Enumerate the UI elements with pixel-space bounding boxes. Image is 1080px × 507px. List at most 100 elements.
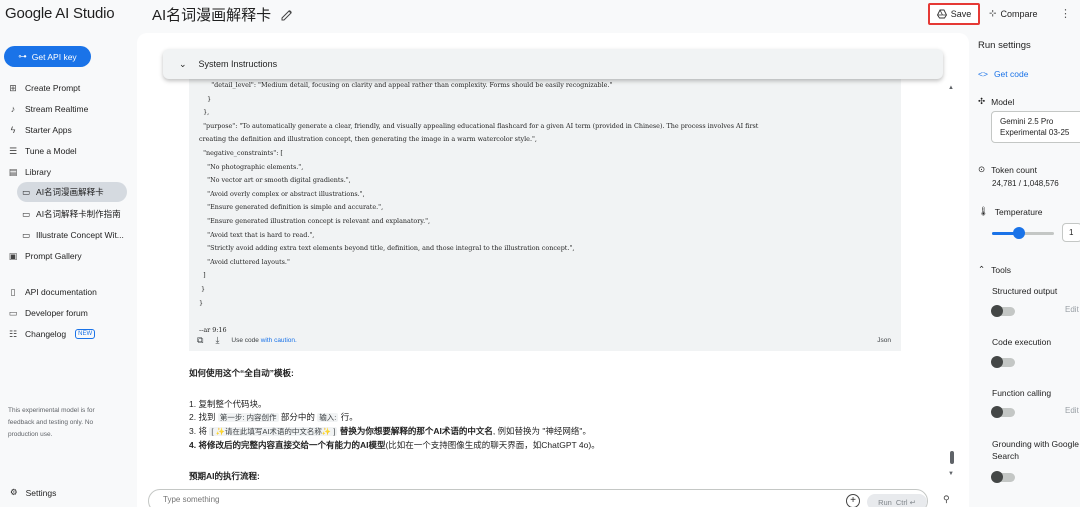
gear-icon: ⚙ [10,487,18,497]
add-icon[interactable]: + [846,494,860,507]
tools-heading[interactable]: ⌃ Tools [978,264,1011,275]
inline-code: [ ✨请在此填写AI术语的中文名称✨ ] [209,427,338,436]
code-line: } [199,94,212,103]
model-name-line2: Experimental 03-25 [1000,128,1070,137]
save-button[interactable]: Save [928,3,980,25]
token-count-heading: ⊙ Token count [978,164,1037,175]
function-calling-toggle[interactable] [991,406,1015,418]
download-icon[interactable]: ⤓ [215,335,219,346]
model-heading: ✣ Model [978,96,1014,107]
code-execution-toggle[interactable] [991,356,1015,368]
left-sidebar: ⊶ Get API key ⊞ Create Prompt ♪ Stream R… [0,30,137,507]
drive-icon [936,9,947,19]
sidebar-item-tune-model[interactable]: ☰ Tune a Model [8,143,77,159]
use-code-note: Use code with caution. [231,336,297,344]
bolt-icon: ϟ [10,125,16,135]
temperature-input[interactable]: 1 [1062,223,1080,242]
sidebar-link-label: Changelog [25,329,67,339]
run-button[interactable]: Run Ctrl ↵ [867,494,927,507]
library-item-active[interactable]: ▭ AI名词漫画解释卡 [17,182,127,202]
get-api-key-label: Get API key [31,51,77,62]
get-code-link[interactable]: <> Get code [978,69,1028,79]
inline-code: 输入: [317,413,339,422]
sidebar-item-create-prompt[interactable]: ⊞ Create Prompt [8,80,80,96]
library-item-label: Illustrate Concept Wit... [36,230,124,240]
model-icon: ✣ [978,96,986,106]
scroll-up-icon[interactable]: ▲ [948,85,954,91]
changelog-icon: ☷ [8,328,18,339]
structured-output-edit[interactable]: Edit [1065,305,1079,314]
code-line: "Avoid cluttered layouts." [199,257,290,266]
sidebar-item-label: Create Prompt [25,83,81,93]
library-item[interactable]: ▭ Illustrate Concept Wit... [17,225,135,245]
microphone-icon[interactable]: ⚲ [943,494,950,505]
library-item-label: AI名词漫画解释卡 [36,187,104,197]
new-badge: NEW [75,329,96,339]
sidebar-item-library[interactable]: ▤ Library [8,164,51,180]
sidebar-item-label: Starter Apps [25,125,72,135]
prompt-input[interactable] [163,495,763,504]
inline-code: 第一步: 内容创作 [217,413,279,422]
library-icon: ▤ [8,166,18,177]
model-select[interactable]: Gemini 2.5 Pro Experimental 03-25 [991,111,1080,143]
run-shortcut: Ctrl ↵ [895,497,916,507]
code-line: } [199,298,204,307]
compare-button[interactable]: ⊹ Compare [989,8,1038,19]
chevron-up-icon: ⌃ [978,264,986,274]
library-item-label: AI名词解释卡制作指南 [36,209,121,219]
sidebar-item-stream-realtime[interactable]: ♪ Stream Realtime [8,101,89,117]
app-logo[interactable]: Google AI Studio [5,5,115,22]
top-bar: Google AI Studio AI名词漫画解释卡 Save ⊹ Compar… [0,0,1080,30]
step-1: 1. 复制整个代码块。 [189,399,267,409]
caution-link[interactable]: with caution. [261,337,297,344]
code-line: "No vector art or smooth digital gradien… [199,176,351,185]
sidebar-link-api-docs[interactable]: ▯ API documentation [8,284,97,300]
step-2: 2. 找到 第一步: 内容创作 部分中的 输入: 行。 [189,412,358,422]
system-instructions-header[interactable]: ⌄ System Instructions [163,49,943,79]
step-3: 3. 将 [ ✨请在此填写AI术语的中文名称✨ ] 替换为你想要解释的那个AI术… [189,426,591,436]
code-line: }, [199,108,210,117]
sidebar-item-starter-apps[interactable]: ϟ Starter Apps [8,122,72,138]
temperature-slider-handle[interactable] [1012,227,1025,239]
document-icon: ▯ [10,286,16,297]
code-execution-label: Code execution [992,337,1052,347]
sidebar-item-prompt-gallery[interactable]: ▣ Prompt Gallery [8,248,82,264]
settings-button[interactable]: ⚙ Settings [10,487,56,498]
code-line: "Ensure generated illustration concept i… [199,216,431,225]
function-calling-edit[interactable]: Edit [1065,406,1079,415]
code-line: "Strictly avoid adding extra text elemen… [199,244,575,253]
code-content: "detail_level": "Medium detail, focusing… [199,79,758,337]
sidebar-link-changelog[interactable]: ☷ Changelog NEW [8,326,96,342]
flow-heading: 预期AI的执行流程: [189,471,260,481]
structured-output-label: Structured output [992,286,1058,296]
edit-title-icon[interactable] [281,9,293,21]
token-icon: ⊙ [978,164,986,174]
tune-icon: ☰ [8,145,18,156]
get-api-key-button[interactable]: ⊶ Get API key [4,46,91,67]
run-settings-panel: Run settings <> Get code ✣ Model Gemini … [969,30,1080,507]
thermometer-icon: 🌡︎ [978,206,989,216]
save-label: Save [950,9,972,19]
scroll-down-icon[interactable]: ▼ [948,471,954,477]
library-item[interactable]: ▭ AI名词解释卡制作指南 [17,204,132,224]
code-footer: ⧉ ⤓ Use code with caution. Json [189,330,901,350]
grounding-toggle[interactable] [991,471,1015,483]
copy-icon[interactable]: ⧉ [197,335,203,346]
run-label: Run [878,497,892,507]
chat-icon: ▭ [22,229,31,240]
more-options-icon[interactable]: ⋮ [1060,7,1071,20]
chevron-down-icon: ⌄ [179,58,187,69]
code-language: Json [877,336,891,344]
code-line: "No photographic elements.", [199,162,304,171]
token-label: Token count [991,164,1037,175]
temperature-heading: 🌡︎ Temperature [978,206,1043,217]
code-line: } [199,284,206,293]
sidebar-item-label: Prompt Gallery [25,251,82,261]
sidebar-link-forum[interactable]: ▭ Developer forum [8,305,88,321]
structured-output-toggle[interactable] [991,305,1015,317]
prompt-title-text[interactable]: AI名词漫画解释卡 [152,4,271,25]
function-calling-label: Function calling [992,388,1052,398]
compare-icon: ⊹ [989,8,997,18]
scrollbar-thumb[interactable] [950,451,954,464]
